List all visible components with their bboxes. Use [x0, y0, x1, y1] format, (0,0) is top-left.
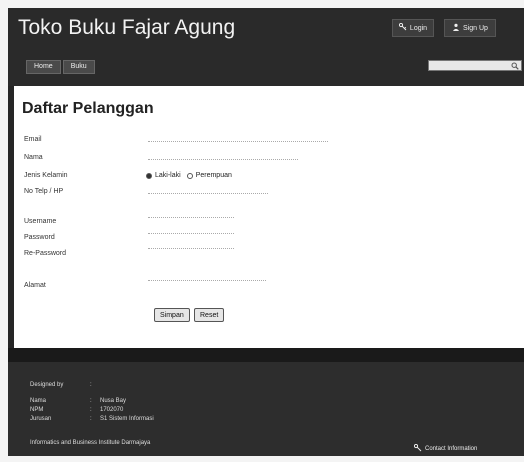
pin-icon [413, 443, 422, 454]
designed-by-sep: : [90, 382, 92, 388]
username-field[interactable] [148, 210, 234, 218]
site-title: Toko Buku Fajar Agung [18, 16, 236, 39]
footer-key-npm: NPM [30, 407, 44, 413]
password-field[interactable] [148, 226, 234, 234]
footer-value-npm: 1702070 [100, 407, 124, 413]
nav-home[interactable]: Home [26, 60, 61, 74]
nama-field[interactable] [148, 152, 298, 160]
gender-radio-female[interactable] [186, 172, 193, 179]
signup-button[interactable]: Sign Up [444, 19, 496, 37]
username-label: Username [24, 218, 57, 225]
footer-divider [8, 348, 524, 362]
footer-institute: Informatics and Business Institute Darma… [30, 440, 151, 446]
gender-radio-male[interactable] [146, 172, 152, 179]
key-icon [398, 22, 407, 33]
footer-sep-jurusan: : [90, 416, 92, 422]
page-frame: Toko Buku Fajar Agung Login Sign Up Home… [8, 8, 524, 456]
signup-label: Sign Up [463, 24, 488, 32]
alamat-label: Alamat [24, 282, 46, 289]
footer-value-jurusan: S1 Sistem Informasi [100, 416, 154, 422]
gender-radio-group: Laki-laki Perempuan [146, 172, 232, 179]
footer-value-nama: Nusa Bay [100, 398, 127, 404]
footer-key-jurusan: Jurusan [30, 416, 52, 422]
login-label: Login [409, 24, 428, 32]
footer-key-nama: Nama [30, 398, 47, 404]
contact-link[interactable]: Contact Information [413, 443, 478, 454]
user-icon [452, 23, 460, 33]
login-button[interactable]: Login [392, 19, 434, 37]
site-header: Toko Buku Fajar Agung Login Sign Up Home… [8, 8, 524, 86]
main-nav: Home Buku [26, 60, 95, 74]
repassword-label: Re-Password [24, 250, 67, 257]
search-input[interactable] [428, 60, 522, 71]
nama-label: Nama [24, 154, 43, 161]
gender-option-female-label: Perempuan [195, 172, 232, 179]
alamat-field[interactable] [148, 273, 266, 281]
page-title: Daftar Pelanggan [22, 100, 154, 117]
footer-sep-npm: : [90, 407, 92, 413]
email-field[interactable] [148, 134, 328, 142]
reset-button[interactable]: Reset [194, 308, 225, 322]
gender-option-male-label: Laki-laki [155, 172, 181, 179]
site-footer: Designed by : Nama : Nusa Bay NPM : 1702… [8, 348, 524, 456]
password-label: Password [24, 234, 55, 241]
nav-buku[interactable]: Buku [62, 60, 95, 74]
telp-field[interactable] [148, 186, 268, 194]
email-label: Email [24, 136, 42, 143]
telp-label: No Telp / HP [24, 188, 64, 195]
simpan-button[interactable]: Simpan [154, 308, 190, 322]
footer-sep-nama: : [90, 398, 92, 404]
designed-by-label: Designed by [30, 382, 64, 388]
repassword-field[interactable] [148, 241, 234, 249]
gender-label: Jenis Kelamin [24, 172, 68, 179]
contact-label: Contact Information [425, 446, 478, 452]
registration-form: Daftar Pelanggan Email Nama Jenis Kelami… [14, 86, 524, 348]
search-icon[interactable] [511, 57, 519, 75]
